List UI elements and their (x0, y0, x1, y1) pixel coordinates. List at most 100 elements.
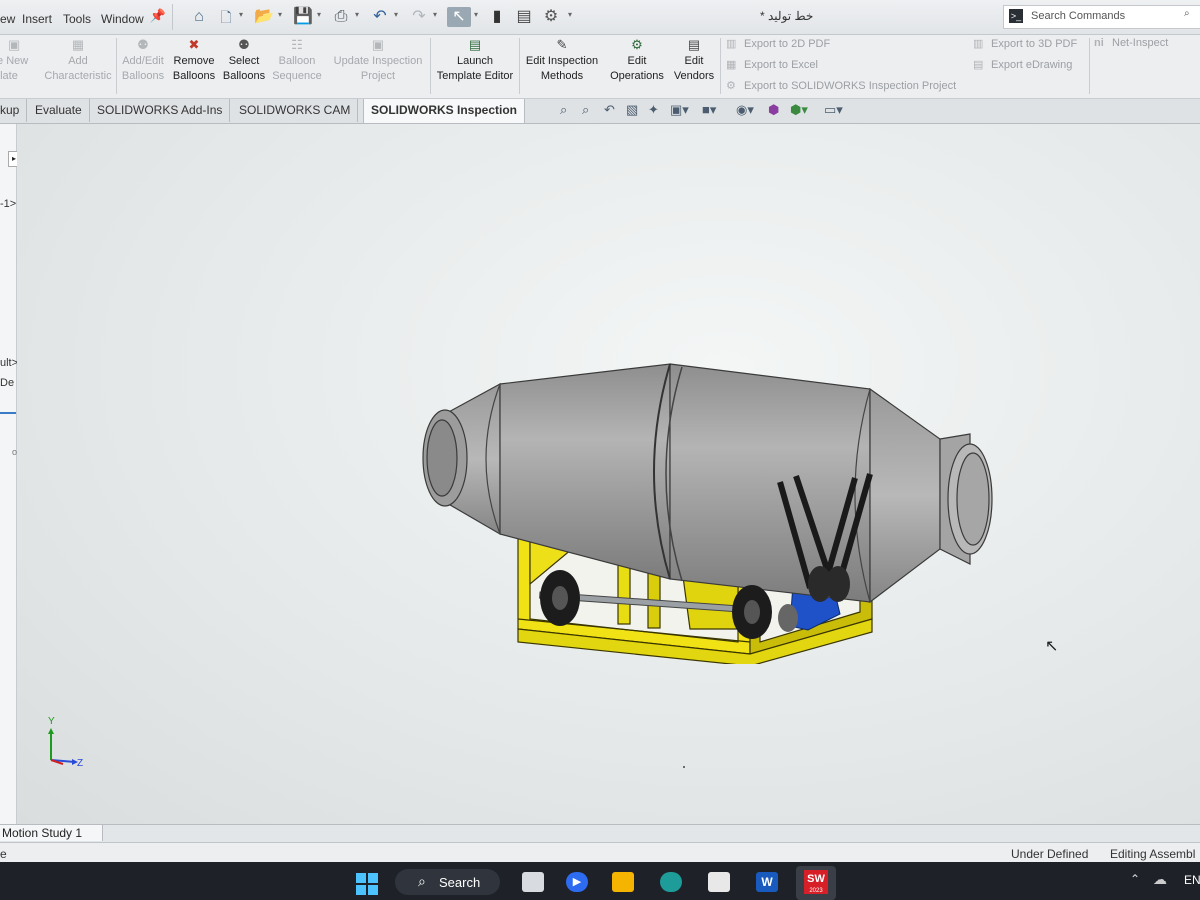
export-2d-pdf-button[interactable]: ▥ Export to 2D PDF (726, 37, 830, 50)
edit-operations-button[interactable]: ⚙ Edit Operations (605, 37, 669, 84)
menu-tools[interactable]: Tools (63, 12, 91, 26)
search-commands-box[interactable]: >_ Search Commands ⌕ (1003, 5, 1200, 29)
section-view-icon[interactable]: ▧ (626, 102, 638, 118)
balloon-icon: ⚉ (137, 37, 149, 52)
select-arrow-icon[interactable]: ↖ (447, 7, 471, 27)
add-characteristic-label-1: Add (68, 55, 88, 67)
update-inspection-project-button[interactable]: ▣ Update Inspection Project (328, 37, 428, 84)
previous-view-icon[interactable]: ↶ (604, 102, 615, 118)
menu-view[interactable]: ew (0, 12, 15, 26)
taskbar-search[interactable]: ⌕ Search (395, 869, 500, 895)
menu-insert[interactable]: Insert (22, 12, 52, 26)
view-settings-icon[interactable]: ▭▾ (824, 102, 843, 118)
new-caret-icon[interactable]: ▾ (239, 10, 243, 19)
appearance-icon[interactable]: ⬢ (768, 102, 779, 118)
edit-vendors-label-1: Edit (684, 55, 704, 67)
select-caret-icon[interactable]: ▾ (474, 10, 478, 19)
open-folder-icon[interactable]: 📂 (254, 7, 274, 27)
remove-balloons-button[interactable]: ✖ Remove Balloons (169, 37, 219, 84)
edit-operations-label-1: Edit (627, 55, 647, 67)
excel-icon: ▦ (726, 59, 737, 71)
ribbon-separator (519, 38, 520, 94)
net-inspect-button[interactable]: ni Net-Inspect (1094, 37, 1168, 49)
create-new-template-button[interactable]: ▣ te New plate (0, 37, 38, 84)
status-mode: Editing Assembl (1110, 847, 1196, 861)
view-orientation-icon[interactable]: ▣▾ (670, 102, 689, 118)
home-icon[interactable]: ⌂ (189, 7, 209, 27)
zoom-icon[interactable]: ▶ (566, 872, 588, 892)
redo-caret-icon[interactable]: ▾ (433, 10, 437, 19)
export-sw-inspection-button[interactable]: ⚙ Export to SOLIDWORKS Inspection Project (726, 79, 956, 92)
vendors-icon: ▤ (687, 37, 701, 52)
menu-window[interactable]: Window (101, 12, 144, 26)
save-icon[interactable]: 💾 (293, 7, 313, 27)
add-characteristic-button[interactable]: ▦ Add Characteristic (42, 37, 114, 84)
export-2d-pdf-label: Export to 2D PDF (744, 38, 831, 50)
tab-evaluate[interactable]: Evaluate (28, 99, 90, 122)
undo-caret-icon[interactable]: ▾ (394, 10, 398, 19)
tab-solidworks-addins[interactable]: SOLIDWORKS Add-Ins (90, 99, 231, 122)
folder-icon[interactable] (612, 872, 634, 892)
new-document-icon[interactable]: 🗋 (216, 7, 236, 27)
mixer-assembly-model[interactable] (400, 234, 1000, 664)
search-input[interactable]: Search Commands (1031, 10, 1125, 22)
zoom-to-area-icon[interactable]: ⌕ (582, 102, 589, 118)
export-3d-pdf-button[interactable]: ▥ Export to 3D PDF (973, 37, 1077, 50)
start-icon[interactable] (356, 873, 378, 895)
solidworks-taskbar-button[interactable]: SW 2023 (796, 866, 836, 900)
options-caret-icon[interactable]: ▾ (568, 10, 572, 19)
command-ribbon: ▣ te New plate ▦ Add Characteristic ⚉ Ad… (0, 35, 1200, 99)
file-properties-icon[interactable]: ▤ (514, 7, 534, 27)
remove-balloons-label-2: Balloons (172, 70, 216, 82)
export-3d-pdf-label: Export to 3D PDF (991, 38, 1078, 50)
tab-solidworks-cam[interactable]: SOLIDWORKS CAM (232, 99, 359, 122)
chevron-up-icon[interactable]: ⌃ (1130, 872, 1140, 886)
store-icon[interactable] (708, 872, 730, 892)
tree-item-1[interactable]: -1> (0, 198, 16, 210)
save-caret-icon[interactable]: ▾ (317, 10, 321, 19)
file-explorer-icon[interactable] (522, 872, 544, 892)
balloon-sequence-button[interactable]: ☷ Balloon Sequence (270, 37, 324, 84)
remove-balloon-icon: ✖ (188, 37, 200, 52)
export-excel-button[interactable]: ▦ Export to Excel (726, 58, 818, 71)
graphics-area[interactable]: Y Z ↖ (17, 124, 1200, 824)
select-balloons-button[interactable]: ⚉ Select Balloons (220, 37, 268, 84)
redo-icon[interactable]: ↷ (409, 7, 429, 27)
export-edrawing-button[interactable]: ▤ Export eDrawing (973, 58, 1072, 71)
terminal-icon: >_ (1009, 9, 1023, 23)
tab-solidworks-inspection[interactable]: SOLIDWORKS Inspection (363, 99, 526, 123)
ribbon-separator (430, 38, 431, 94)
add-edit-balloons-button[interactable]: ⚉ Add/Edit Balloons (118, 37, 168, 84)
edit-operations-label-2: Operations (610, 70, 664, 82)
hide-show-icon[interactable]: ◉▾ (736, 102, 754, 118)
word-icon[interactable]: W (756, 872, 778, 892)
rebuild-icon[interactable]: ▮ (487, 7, 507, 27)
edit-inspection-methods-button[interactable]: ✎ Edit Inspection Methods (522, 37, 602, 84)
print-icon[interactable]: ⎙ (331, 7, 351, 27)
display-style-icon[interactable]: ■▾ (702, 102, 716, 118)
launch-template-label-1: Launch (456, 55, 494, 67)
add-edit-balloons-label-2: Balloons (121, 70, 165, 82)
tab-markup[interactable]: kup (0, 99, 28, 122)
scene-icon[interactable]: ⬢▾ (790, 102, 808, 118)
pin-icon[interactable]: 📌 (148, 6, 168, 26)
launch-template-editor-button[interactable]: ▤ Launch Template Editor (432, 37, 518, 84)
tab-motion-study[interactable]: Motion Study 1 (0, 825, 103, 841)
edge-icon[interactable] (660, 872, 682, 892)
language-indicator[interactable]: EN (1184, 873, 1200, 887)
dynamic-annotation-icon[interactable]: ✦ (648, 102, 659, 118)
open-caret-icon[interactable]: ▾ (278, 10, 282, 19)
zoom-to-fit-icon[interactable]: ⌕ (560, 102, 567, 118)
options-gear-icon[interactable]: ⚙ (541, 7, 561, 27)
bottom-tabs: Motion Study 1 (0, 824, 1200, 842)
print-caret-icon[interactable]: ▾ (355, 10, 359, 19)
search-options-icon[interactable]: ⌕ (1184, 8, 1190, 19)
solidworks-badge: SW (807, 873, 825, 885)
cloud-icon[interactable]: ☁ (1153, 871, 1167, 888)
undo-icon[interactable]: ↶ (370, 7, 390, 27)
operations-icon: ⚙ (631, 37, 643, 52)
tree-item-2[interactable]: ult> (0, 357, 18, 369)
tree-item-3[interactable]: De (0, 377, 14, 389)
edit-vendors-button[interactable]: ▤ Edit Vendors (670, 37, 718, 84)
inspection-project-icon: ⚙ (726, 80, 736, 92)
